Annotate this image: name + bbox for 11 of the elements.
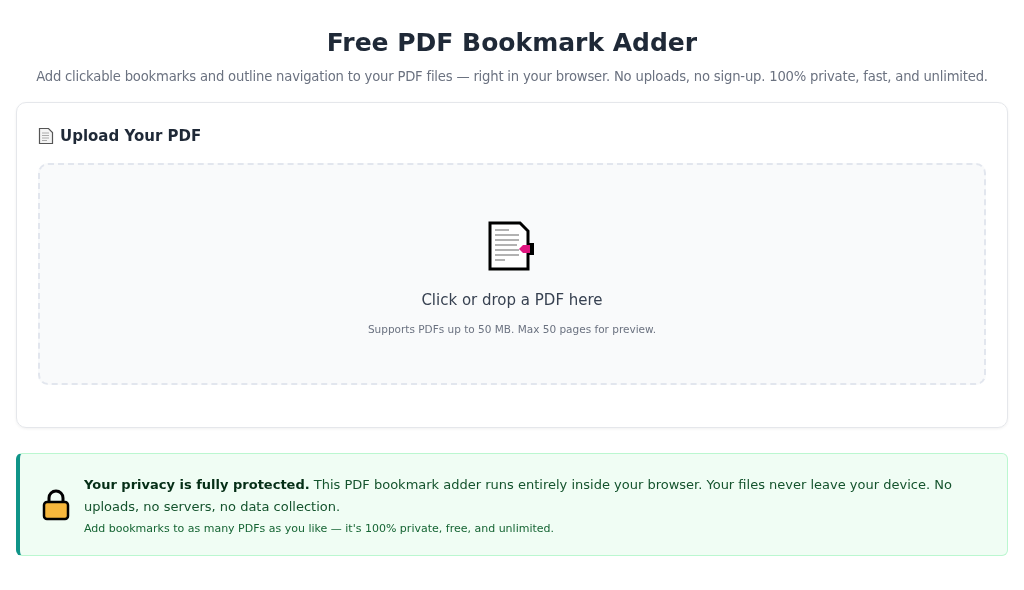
page-subtitle: Add clickable bookmarks and outline navigation to your PDF files — right in your browser. No uploads, no sign-up. 100% private, fast, and unlimited. bbox=[36, 69, 988, 84]
dropzone-prompt: Click or drop a PDF here bbox=[421, 291, 603, 309]
dropzone-hint: Supports PDFs up to 50 MB. Max 50 pages for preview. bbox=[367, 323, 657, 335]
padlock-icon bbox=[42, 488, 70, 521]
document-bookmark-icon bbox=[488, 221, 536, 271]
privacy-note: Add bookmarks to as many PDFs as you like — it's 100% private, free, and unlimited. bbox=[84, 522, 556, 535]
card-heading: Upload Your PDF bbox=[60, 127, 202, 145]
page-title: Free PDF Bookmark Adder bbox=[326, 28, 698, 57]
document-icon bbox=[38, 127, 54, 145]
privacy-message: Your privacy is fully protected. This PDF bookmark adder runs entirely inside your browser. Your files never leave your device. No uploads, no servers, no data collection. bbox=[84, 476, 953, 516]
file-dropzone[interactable]: Click or drop a PDF here Supports PDFs up to 50 MB. Max 50 pages for preview. bbox=[38, 163, 986, 385]
